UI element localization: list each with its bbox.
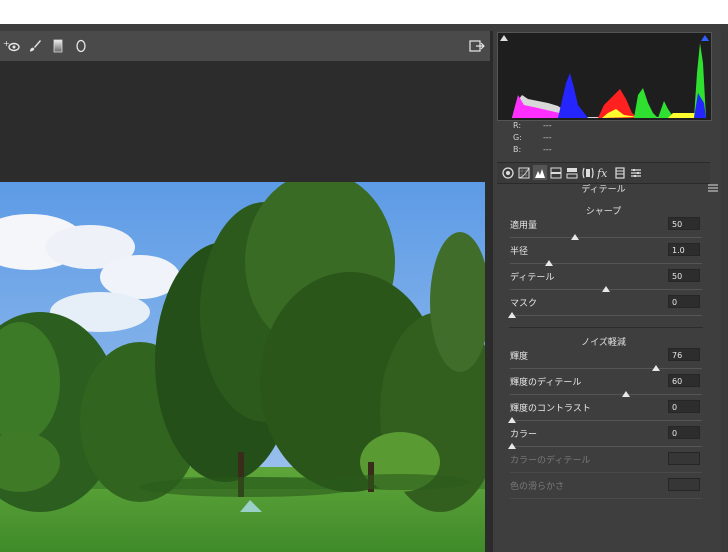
rgb-readout: R: --- G: --- B: ---	[497, 120, 710, 160]
section-divider	[509, 327, 703, 328]
sharpen-mask-label: マスク	[510, 299, 538, 309]
svg-text:fx: fx	[597, 167, 608, 179]
panel-title: ディテール	[581, 185, 626, 195]
rgb-value: ---	[543, 133, 552, 142]
luminance-label: 輝度	[510, 352, 529, 362]
histogram	[497, 32, 712, 121]
sharpen-detail-value[interactable]: 50	[668, 269, 700, 282]
lens-icon[interactable]	[581, 165, 595, 180]
graduated-filter-icon[interactable]	[49, 37, 67, 55]
sharpen-amount-value[interactable]: 50	[668, 217, 700, 230]
color-track[interactable]	[510, 446, 702, 447]
sharpen-radius-thumb[interactable]	[545, 260, 553, 266]
right-panel: R: --- G: --- B: --- fx ディテール シャープ 適用量 5…	[493, 31, 728, 552]
rgb-row-b: B: ---	[497, 144, 710, 156]
sharpen-amount-label: 適用量	[510, 221, 538, 231]
luminance-contrast-track[interactable]	[510, 420, 702, 421]
preview-image	[0, 182, 485, 552]
luminance-contrast-label: 輝度のコントラスト	[510, 404, 591, 414]
luminance-value[interactable]: 76	[668, 348, 700, 361]
radial-filter-icon[interactable]	[72, 37, 90, 55]
luminance-detail-thumb[interactable]	[622, 391, 630, 397]
color-detail-label: カラーのディテール	[510, 456, 591, 466]
sharpen-amount-track[interactable]	[510, 237, 702, 238]
presets-icon[interactable]	[629, 165, 643, 180]
rgb-key: G:	[513, 133, 522, 142]
color-smoothness-track	[510, 498, 702, 499]
sharpen-section-title: シャープ	[585, 207, 622, 217]
sharpen-detail-label: ディテール	[510, 273, 555, 283]
noise-section-title: ノイズ軽減	[581, 338, 626, 348]
camera-calibration-icon[interactable]	[613, 165, 627, 180]
color-smoothness-value	[668, 478, 700, 491]
detail-icon[interactable]	[533, 165, 547, 180]
color-smoothness-label: 色の滑らかさ	[510, 482, 565, 492]
target-adjust-icon[interactable]: +	[3, 37, 21, 55]
luminance-detail-value[interactable]: 60	[668, 374, 700, 387]
color-detail-value	[668, 452, 700, 465]
split-toning-icon[interactable]	[565, 165, 579, 180]
luminance-contrast-value[interactable]: 0	[668, 400, 700, 413]
brush-icon[interactable]	[26, 37, 44, 55]
sharpen-amount-thumb[interactable]	[571, 234, 579, 240]
sharpen-mask-track[interactable]	[510, 315, 702, 316]
sharpen-radius-track[interactable]	[510, 263, 702, 264]
luminance-thumb[interactable]	[652, 365, 660, 371]
rgb-key: B:	[513, 145, 522, 154]
sharpen-detail-thumb[interactable]	[602, 286, 610, 292]
sharpen-radius-value[interactable]: 1.0	[668, 243, 700, 256]
tone-curve-icon[interactable]	[517, 165, 531, 180]
sharpen-mask-value[interactable]: 0	[668, 295, 700, 308]
panel-menu-icon[interactable]	[708, 184, 718, 194]
window-top-margin	[0, 0, 728, 24]
sharpen-radius-label: 半径	[510, 247, 529, 257]
luminance-track[interactable]	[510, 368, 702, 369]
luminance-detail-track[interactable]	[510, 394, 702, 395]
rgb-row-g: G: ---	[497, 132, 710, 144]
panel-scrollbar[interactable]	[721, 31, 728, 552]
luminance-detail-label: 輝度のディテール	[510, 378, 582, 388]
color-label: カラー	[510, 430, 538, 440]
hsl-icon[interactable]	[549, 165, 563, 180]
basic-icon[interactable]	[501, 165, 515, 180]
color-thumb[interactable]	[508, 443, 516, 449]
rgb-key: R:	[513, 121, 522, 130]
export-icon[interactable]	[468, 37, 486, 55]
rgb-value: ---	[543, 121, 552, 130]
tool-bar: +	[0, 31, 490, 62]
fx-icon[interactable]: fx	[597, 165, 611, 180]
rgb-value: ---	[543, 145, 552, 154]
panel-tabs: fx	[497, 162, 710, 184]
color-value[interactable]: 0	[668, 426, 700, 439]
color-detail-track	[510, 472, 702, 473]
sharpen-mask-thumb[interactable]	[508, 312, 516, 318]
rgb-row-r: R: ---	[497, 120, 710, 132]
luminance-contrast-thumb[interactable]	[508, 417, 516, 423]
